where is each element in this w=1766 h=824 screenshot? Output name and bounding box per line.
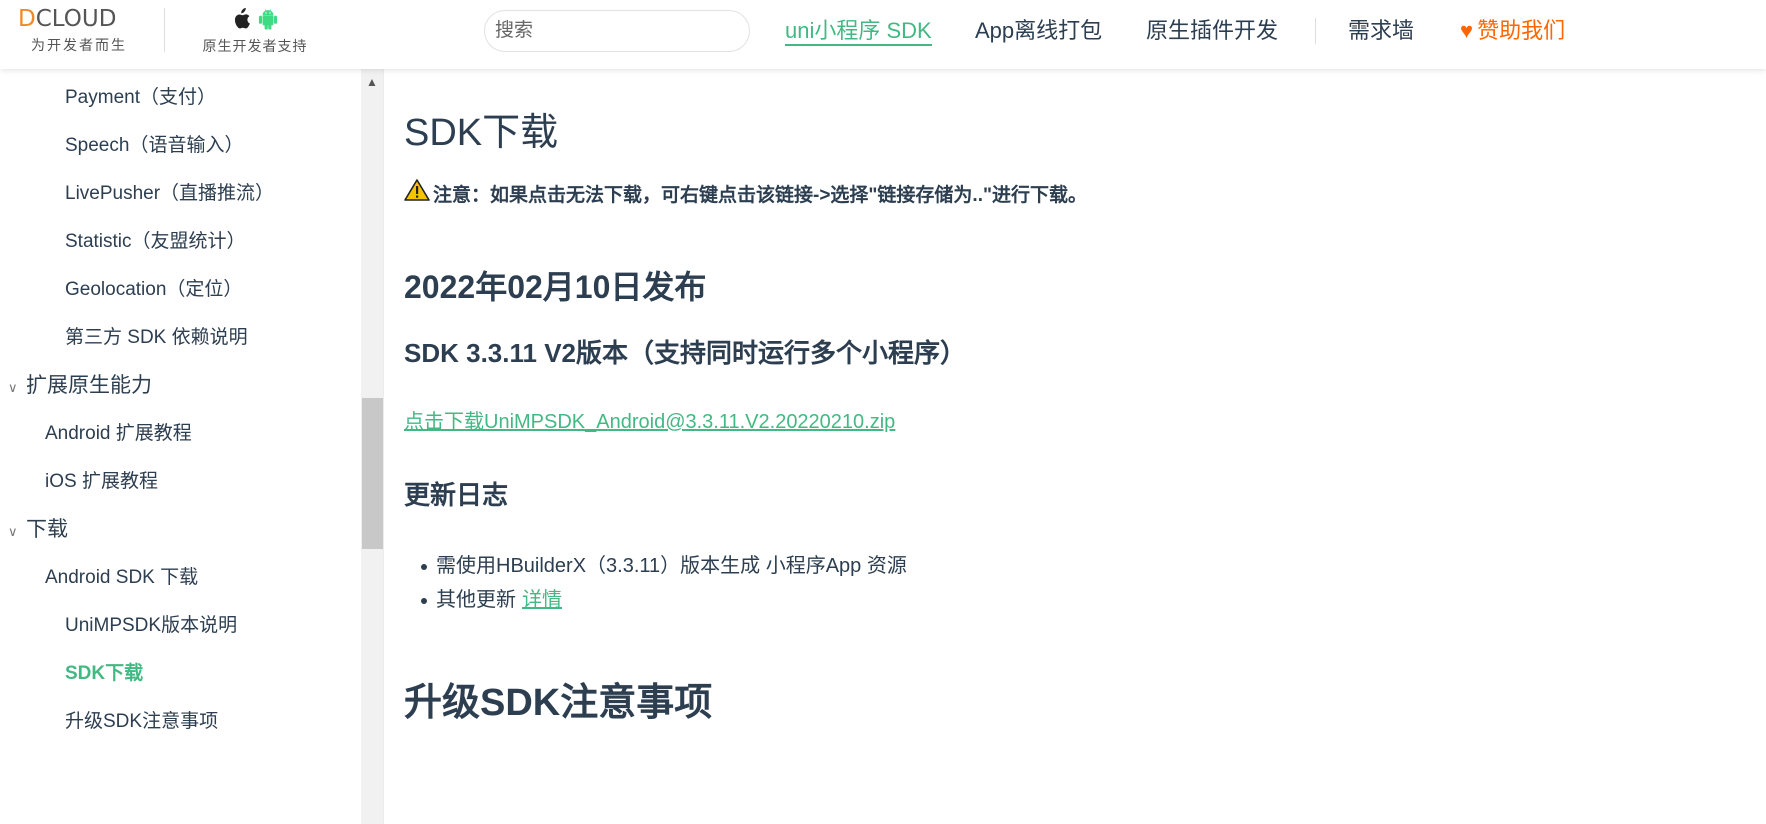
nav-app-offline-pack[interactable]: App离线打包 — [975, 16, 1102, 46]
download-notice: 注意：如果点击无法下载，可右键点击该链接->选择"链接存储为.."进行下载。 — [404, 178, 1087, 208]
sidebar-item-third-party-sdk[interactable]: 第三方 SDK 依赖说明 — [65, 323, 248, 353]
scrollbar-thumb[interactable] — [362, 398, 383, 549]
native-support-label: 原生开发者支持 — [202, 38, 308, 54]
sidebar-item-livepusher[interactable]: LivePusher（直播推流） — [65, 179, 274, 209]
sidebar-item-geolocation[interactable]: Geolocation（定位） — [65, 275, 242, 305]
top-header: DCLOUD 为开发者而生 原生开发者支持 uni小程序 SDK App离线打包… — [0, 0, 1766, 69]
sidebar-scrollbar[interactable]: ▲ — [361, 69, 383, 824]
list-item: 需使用HBuilderX（3.3.11）版本生成 小程序App 资源 — [404, 549, 907, 583]
sidebar-group-label: 下载 — [26, 518, 68, 541]
sdk-download-link[interactable]: 点击下载UniMPSDK_Android@3.3.11.V2.20220210.… — [404, 405, 895, 434]
apple-icon — [231, 8, 251, 30]
sidebar-group-extend-native[interactable]: ∨ 扩展原生能力 — [8, 371, 152, 401]
notice-text: 注意：如果点击无法下载，可右键点击该链接->选择"链接存储为.."进行下载。 — [433, 184, 1087, 206]
nav-sponsor[interactable]: ♥ 赞助我们 — [1460, 16, 1565, 46]
changelog-heading: 更新日志 — [404, 480, 509, 510]
native-support-link[interactable]: 原生开发者支持 — [200, 8, 310, 56]
details-link[interactable]: 详情 — [522, 589, 562, 611]
nav-divider — [1315, 18, 1316, 44]
nav-feature-requests[interactable]: 需求墙 — [1348, 16, 1414, 46]
scroll-up-icon[interactable]: ▲ — [361, 69, 383, 95]
sidebar: Payment（支付） Speech（语音输入） LivePusher（直播推流… — [0, 69, 384, 824]
dcloud-logo[interactable]: DCLOUD 为开发者而生 — [18, 8, 144, 55]
sidebar-item-android-sdk-download[interactable]: Android SDK 下载 — [45, 563, 198, 593]
sidebar-item-upgrade-notes[interactable]: 升级SDK注意事项 — [65, 707, 218, 737]
version-heading: SDK 3.3.11 V2版本（支持同时运行多个小程序） — [404, 338, 966, 368]
list-item: 其他更新 详情 — [404, 583, 907, 617]
warning-icon — [404, 178, 433, 208]
page-title: SDK下载 — [404, 112, 559, 154]
sidebar-group-download[interactable]: ∨ 下载 — [8, 515, 68, 545]
android-icon — [257, 8, 279, 30]
sidebar-item-statistic[interactable]: Statistic（友盟统计） — [65, 227, 246, 257]
sidebar-item-android-extend[interactable]: Android 扩展教程 — [45, 419, 192, 449]
heart-icon: ♥ — [1460, 18, 1474, 43]
changelog-list: 需使用HBuilderX（3.3.11）版本生成 小程序App 资源 其他更新详… — [404, 549, 907, 617]
sidebar-item-ios-extend[interactable]: iOS 扩展教程 — [45, 467, 158, 497]
search-input[interactable] — [484, 10, 750, 52]
upgrade-notes-heading: 升级SDK注意事项 — [404, 682, 713, 724]
sidebar-group-label: 扩展原生能力 — [26, 374, 152, 397]
header-divider — [164, 8, 165, 52]
sidebar-item-sdk-download[interactable]: SDK下载 — [65, 659, 143, 689]
nav-uni-mp-sdk[interactable]: uni小程序 SDK — [785, 16, 932, 46]
nav-native-plugin-dev[interactable]: 原生插件开发 — [1146, 16, 1278, 46]
release-date-heading: 2022年02月10日发布 — [404, 269, 707, 305]
sidebar-item-payment[interactable]: Payment（支付） — [65, 83, 216, 113]
sponsor-label: 赞助我们 — [1477, 18, 1566, 43]
chevron-down-icon: ∨ — [8, 380, 18, 395]
logo-wordmark: DCLOUD — [18, 6, 117, 32]
changelog-text: 需使用HBuilderX（3.3.11）版本生成 小程序App 资源 — [436, 555, 907, 577]
changelog-text: 其他更新 — [436, 589, 516, 611]
main-content: SDK下载 注意：如果点击无法下载，可右键点击该链接->选择"链接存储为.."进… — [404, 69, 1744, 824]
chevron-down-icon: ∨ — [8, 524, 18, 539]
logo-subtitle: 为开发者而生 — [31, 37, 127, 53]
sidebar-item-speech[interactable]: Speech（语音输入） — [65, 131, 243, 161]
sidebar-item-unimpsdk-version[interactable]: UniMPSDK版本说明 — [65, 611, 237, 641]
